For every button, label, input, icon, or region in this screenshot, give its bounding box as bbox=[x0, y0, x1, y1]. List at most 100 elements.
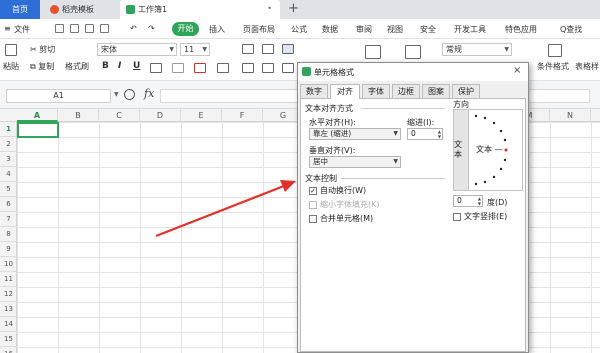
row-header[interactable]: 1 bbox=[0, 122, 17, 137]
fill-color-icon[interactable] bbox=[172, 63, 184, 73]
tab-docer-templates[interactable]: 稻壳模板 bbox=[44, 0, 118, 19]
format-painter-button[interactable]: 格式刷 bbox=[65, 61, 89, 72]
dialog-title-bar[interactable]: 单元格格式 × bbox=[298, 63, 528, 81]
tab-number[interactable]: 数字 bbox=[300, 84, 328, 98]
tab-border[interactable]: 边框 bbox=[392, 84, 420, 98]
vertical-text-checkbox[interactable]: 文字竖排(E) bbox=[453, 211, 507, 222]
degree-spinner[interactable]: 0 ▲ ▼ bbox=[453, 195, 483, 207]
bold-button[interactable]: B bbox=[102, 61, 109, 71]
menu-formulas[interactable]: 公式 bbox=[291, 24, 307, 35]
menu-start[interactable]: 开始 bbox=[172, 22, 199, 36]
column-header[interactable]: E bbox=[181, 109, 222, 122]
redo-icon[interactable]: ↷ bbox=[148, 24, 155, 33]
name-box[interactable]: A1 bbox=[6, 89, 111, 103]
orientation-box[interactable]: 文本 文本 — bbox=[453, 109, 523, 191]
number-format-select[interactable]: 常规 ▼ bbox=[442, 43, 512, 56]
menu-file[interactable]: 文件 bbox=[14, 24, 30, 35]
tab-alignment[interactable]: 对齐 bbox=[330, 84, 360, 99]
menu-data[interactable]: 数据 bbox=[322, 24, 338, 35]
spinner-arrows-icon[interactable]: ▲ ▼ bbox=[478, 196, 481, 206]
clear-format-icon[interactable] bbox=[217, 63, 229, 73]
tab-home[interactable]: 首页 bbox=[0, 0, 40, 19]
tab-font[interactable]: 字体 bbox=[362, 84, 390, 98]
align-middle-icon[interactable] bbox=[262, 44, 274, 54]
copy-button[interactable]: ⧉ 复制 bbox=[30, 61, 54, 72]
merge-center-icon[interactable] bbox=[365, 45, 381, 59]
indent-spinner[interactable]: 0 ▲ ▼ bbox=[407, 128, 443, 140]
fx-icon[interactable]: fx bbox=[144, 87, 154, 100]
vertical-align-label: 垂直对齐(V): bbox=[309, 146, 356, 155]
column-header[interactable]: C bbox=[99, 109, 140, 122]
align-top-icon[interactable] bbox=[242, 44, 254, 54]
align-bottom-icon[interactable] bbox=[242, 63, 254, 73]
menu-view[interactable]: 视图 bbox=[387, 24, 403, 35]
row-header[interactable]: 15 bbox=[0, 332, 17, 347]
tab-pattern[interactable]: 图案 bbox=[422, 84, 450, 98]
row-header[interactable]: 3 bbox=[0, 152, 17, 167]
menu-developer[interactable]: 开发工具 bbox=[454, 24, 486, 35]
menu-special-apps[interactable]: 特色应用 bbox=[505, 24, 537, 35]
row-header[interactable]: 6 bbox=[0, 197, 17, 212]
export-pdf-icon[interactable] bbox=[100, 24, 109, 33]
save-icon[interactable] bbox=[55, 24, 64, 33]
menu-hamburger-icon[interactable]: ≡ bbox=[4, 24, 11, 33]
wrap-text-icon[interactable] bbox=[405, 45, 421, 59]
font-color-icon[interactable] bbox=[194, 63, 206, 73]
column-header[interactable]: D bbox=[140, 109, 181, 122]
underline-button[interactable]: U bbox=[133, 61, 140, 71]
menu-review[interactable]: 审阅 bbox=[356, 24, 372, 35]
column-header[interactable]: O bbox=[591, 109, 600, 122]
selected-cell-a1[interactable] bbox=[17, 122, 59, 138]
undo-icon[interactable]: ↶ bbox=[130, 24, 137, 33]
new-tab-plus-icon[interactable]: + bbox=[288, 1, 299, 16]
row-header[interactable]: 5 bbox=[0, 182, 17, 197]
align-left-icon[interactable] bbox=[282, 44, 294, 54]
print-icon[interactable] bbox=[70, 24, 79, 33]
column-header[interactable]: A bbox=[17, 109, 58, 122]
paste-button[interactable]: 粘贴 bbox=[3, 61, 19, 72]
row-header[interactable]: 2 bbox=[0, 137, 17, 152]
conditional-format-icon[interactable] bbox=[548, 44, 562, 57]
row-header[interactable]: 14 bbox=[0, 317, 17, 332]
row-header[interactable]: 7 bbox=[0, 212, 17, 227]
row-header[interactable]: 9 bbox=[0, 242, 17, 257]
tab-protection[interactable]: 保护 bbox=[452, 84, 480, 98]
search-command[interactable]: Q查找 bbox=[560, 24, 582, 35]
conditional-format-button[interactable]: 条件格式 bbox=[537, 61, 569, 72]
font-size-select[interactable]: 11 ▼ bbox=[180, 43, 210, 56]
row-header[interactable]: 4 bbox=[0, 167, 17, 182]
align-right-icon[interactable] bbox=[282, 63, 294, 73]
spinner-arrows-icon[interactable]: ▲ ▼ bbox=[438, 129, 441, 139]
border-icon[interactable] bbox=[150, 63, 162, 73]
row-header[interactable]: 12 bbox=[0, 287, 17, 302]
row-header[interactable]: 11 bbox=[0, 272, 17, 287]
italic-button[interactable]: I bbox=[118, 61, 121, 71]
tab-close-icon[interactable]: • bbox=[267, 4, 272, 13]
row-header[interactable]: 16 bbox=[0, 347, 17, 353]
horizontal-align-select[interactable]: 靠左 (缩进) ▼ bbox=[309, 128, 401, 140]
menu-insert[interactable]: 插入 bbox=[209, 24, 225, 35]
column-header[interactable]: N bbox=[550, 109, 591, 122]
merge-cells-checkbox[interactable]: 合并单元格(M) bbox=[309, 213, 373, 224]
menu-security[interactable]: 安全 bbox=[420, 24, 436, 35]
tab-workbook[interactable]: 工作簿1 • bbox=[120, 0, 280, 19]
align-center-icon[interactable] bbox=[262, 63, 274, 73]
vertical-align-select[interactable]: 居中 ▼ bbox=[309, 156, 401, 168]
close-icon[interactable]: × bbox=[513, 65, 521, 76]
font-name-select[interactable]: 宋体 ▼ bbox=[97, 43, 177, 56]
table-style-button[interactable]: 表格样 bbox=[575, 61, 599, 72]
column-header[interactable]: B bbox=[58, 109, 99, 122]
zoom-icon[interactable] bbox=[124, 89, 135, 100]
row-header[interactable]: 10 bbox=[0, 257, 17, 272]
vertical-orientation-option[interactable]: 文本 bbox=[454, 110, 469, 190]
paste-icon[interactable] bbox=[5, 44, 17, 56]
chevron-down-icon[interactable]: ▼ bbox=[114, 91, 119, 98]
cut-button[interactable]: ✂ 剪切 bbox=[30, 44, 55, 55]
row-header[interactable]: 8 bbox=[0, 227, 17, 242]
row-header[interactable]: 13 bbox=[0, 302, 17, 317]
print-preview-icon[interactable] bbox=[85, 24, 94, 33]
wrap-text-checkbox[interactable]: ✓ 自动换行(W) bbox=[309, 185, 366, 196]
menu-page-layout[interactable]: 页面布局 bbox=[243, 24, 275, 35]
orientation-dial[interactable]: 文本 — bbox=[470, 110, 522, 190]
column-header[interactable]: F bbox=[222, 109, 263, 122]
